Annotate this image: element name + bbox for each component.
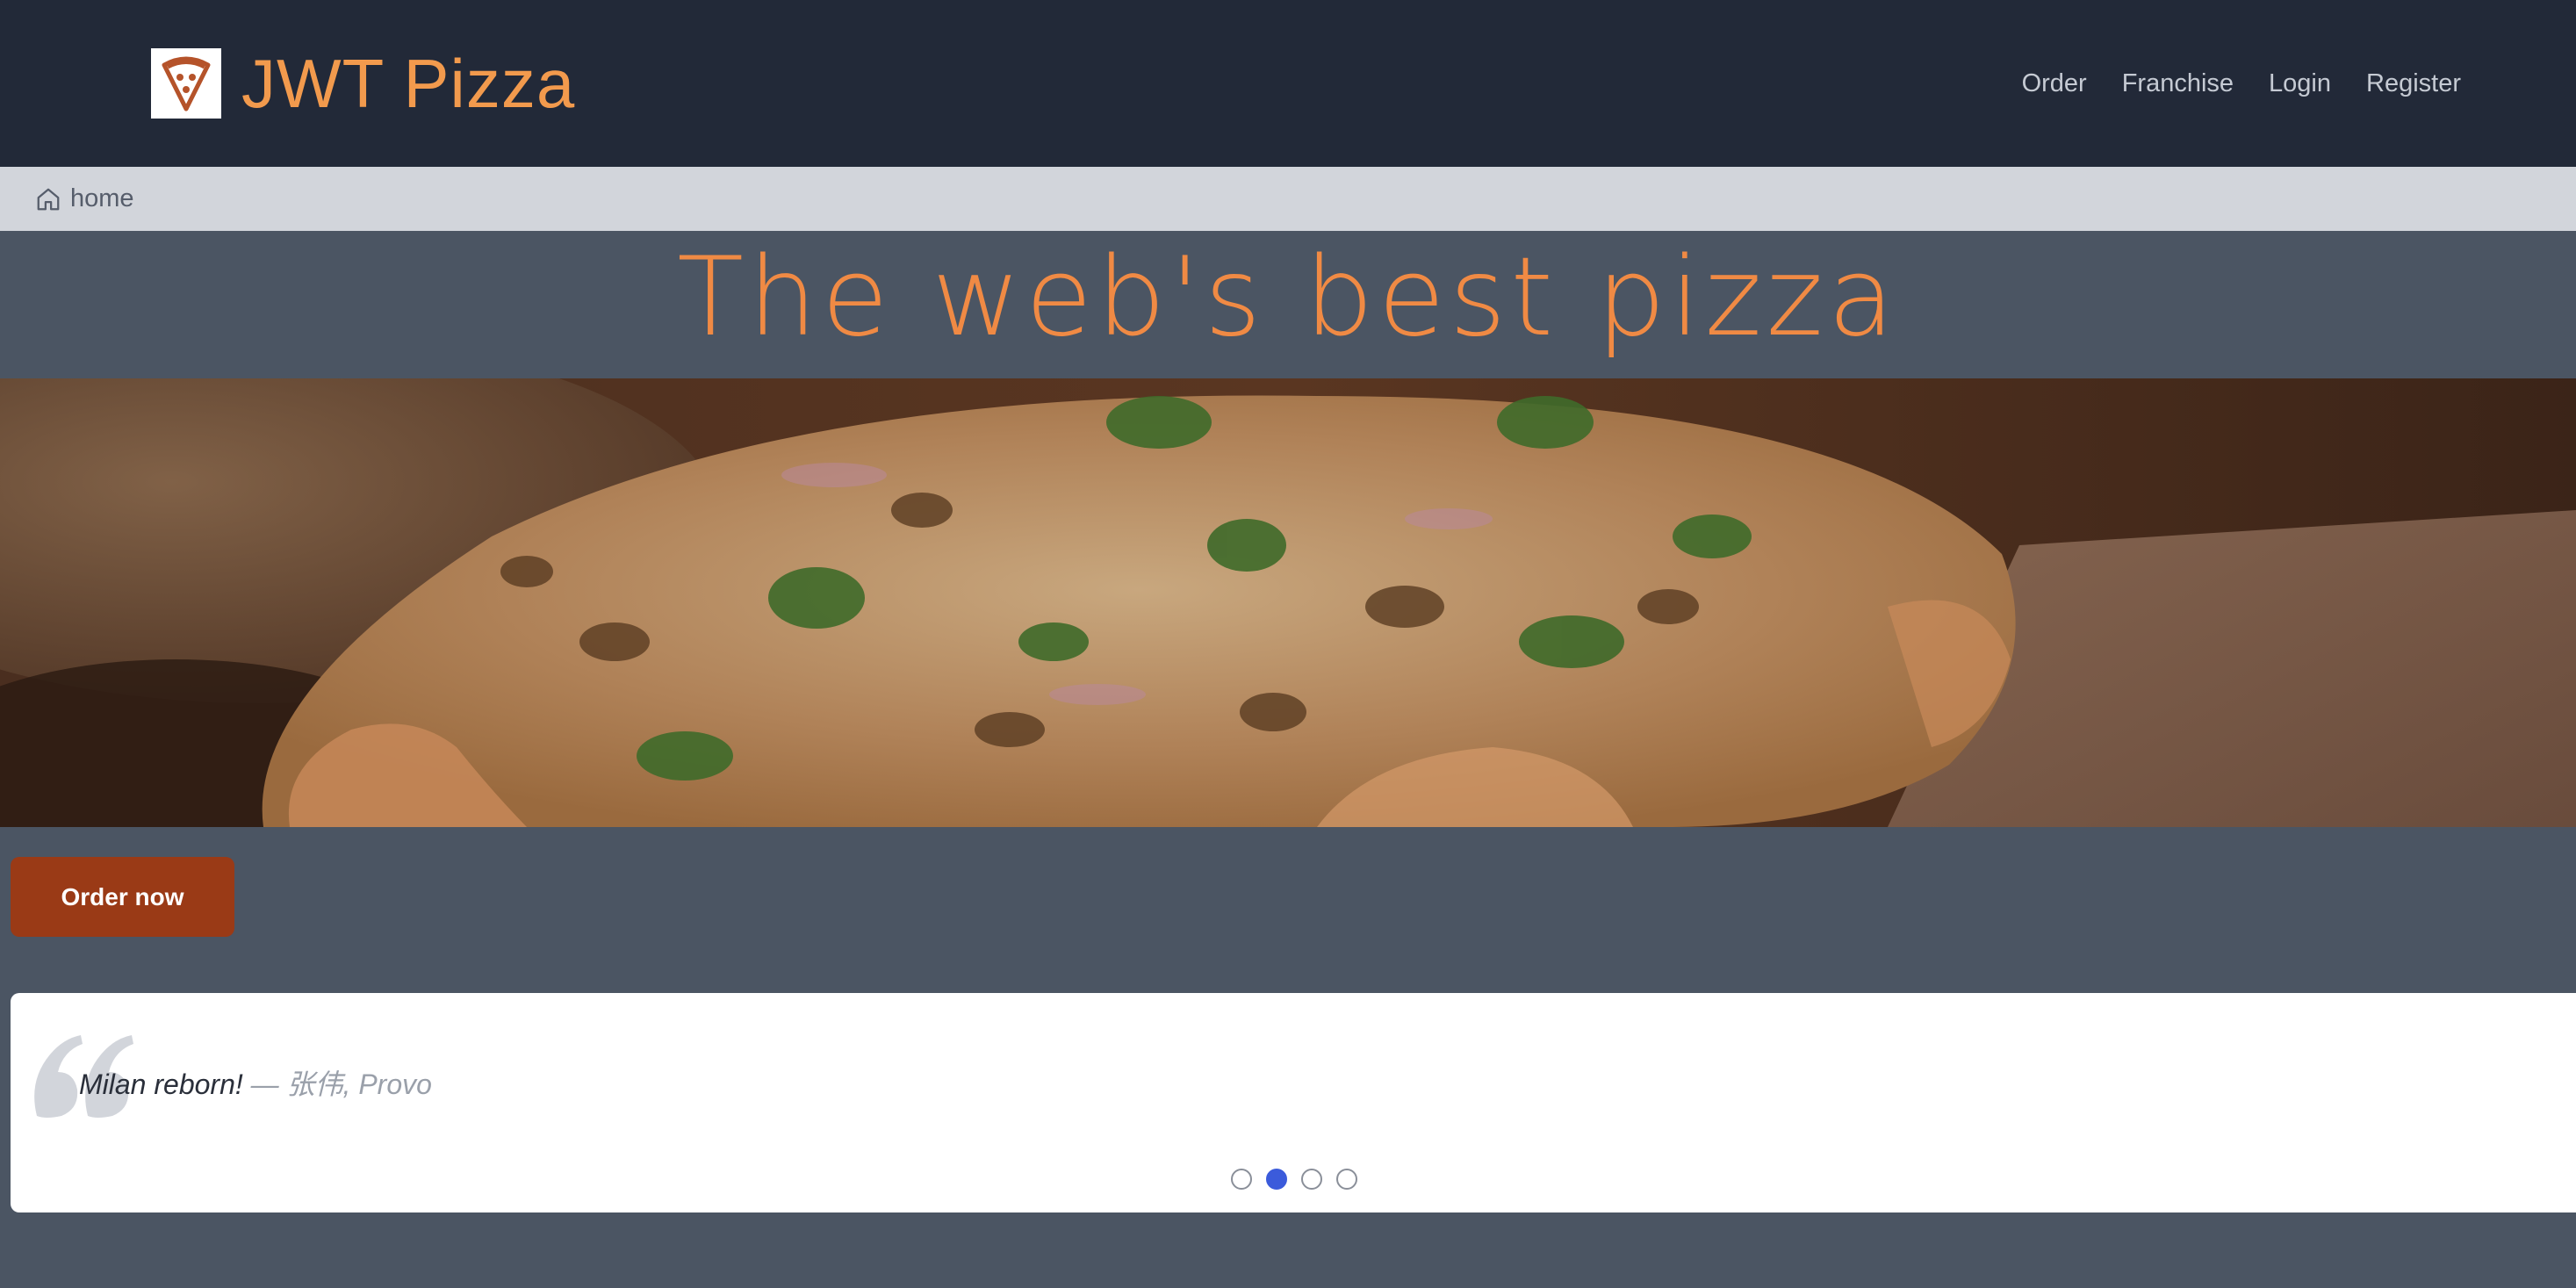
home-icon bbox=[37, 188, 60, 210]
nav-login-link[interactable]: Login bbox=[2269, 66, 2331, 101]
breadcrumb-home-label: home bbox=[70, 184, 134, 212]
carousel-dots bbox=[1231, 1169, 1357, 1190]
nav-franchise-link[interactable]: Franchise bbox=[2122, 66, 2234, 101]
pizza-slice-icon bbox=[162, 56, 211, 112]
carousel-dot[interactable] bbox=[1301, 1169, 1322, 1190]
carousel-dot-active[interactable] bbox=[1266, 1169, 1287, 1190]
testimonial-author: — 张伟, Provo bbox=[242, 1069, 432, 1100]
carousel-dot[interactable] bbox=[1336, 1169, 1357, 1190]
main-nav: Order Franchise Login Register bbox=[2022, 66, 2461, 101]
hero-title: The web's best pizza bbox=[677, 234, 1899, 361]
order-now-button[interactable]: Order now bbox=[11, 857, 234, 937]
breadcrumb-home[interactable]: home bbox=[35, 184, 134, 213]
top-navbar: JWT Pizza Order Franchise Login Register bbox=[0, 0, 2576, 167]
testimonial-card: Milan reborn! — 张伟, Provo bbox=[11, 993, 2576, 1212]
logo[interactable] bbox=[151, 48, 221, 119]
breadcrumb: home bbox=[0, 167, 2576, 231]
carousel-dot[interactable] bbox=[1231, 1169, 1252, 1190]
testimonial-quote-text: Milan reborn! bbox=[79, 1069, 243, 1100]
hero-section: The web's best pizza bbox=[0, 231, 2576, 378]
brand-title[interactable]: JWT Pizza bbox=[241, 44, 575, 123]
hero-pizza-image bbox=[0, 378, 2576, 827]
testimonial-quote: Milan reborn! — 张伟, Provo bbox=[79, 1067, 432, 1102]
nav-order-link[interactable]: Order bbox=[2022, 66, 2087, 101]
nav-register-link[interactable]: Register bbox=[2366, 66, 2461, 101]
